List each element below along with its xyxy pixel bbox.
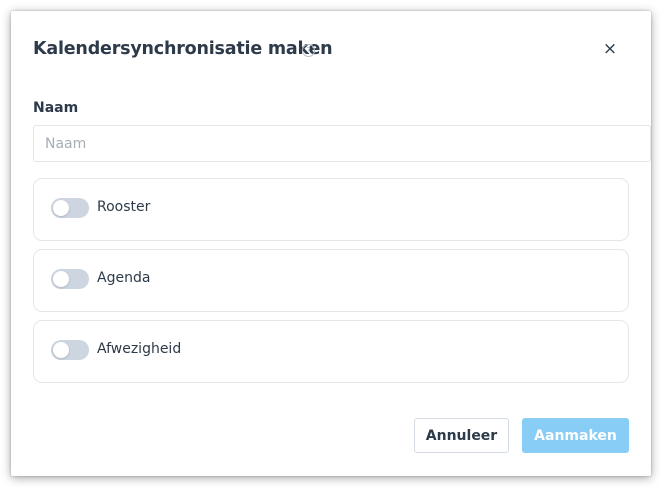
- create-button[interactable]: Aanmaken: [522, 418, 629, 453]
- cancel-button[interactable]: Annuleer: [414, 418, 509, 453]
- agenda-toggle[interactable]: [51, 269, 89, 289]
- toggle-knob: [53, 271, 69, 287]
- name-input[interactable]: [33, 125, 651, 162]
- close-icon[interactable]: ×: [600, 39, 620, 59]
- toggle-card-afwezigheid: Afwezigheid: [33, 320, 629, 383]
- toggle-knob: [53, 342, 69, 358]
- rooster-toggle[interactable]: [51, 198, 89, 218]
- rooster-toggle-label: Rooster: [97, 199, 151, 215]
- toggle-knob: [53, 200, 69, 216]
- question-circle-icon[interactable]: ?: [302, 44, 315, 57]
- afwezigheid-toggle-label: Afwezigheid: [97, 341, 182, 357]
- toggle-card-agenda: Agenda: [33, 249, 629, 312]
- toggle-card-rooster: Rooster: [33, 178, 629, 241]
- dialog-title: Kalendersynchronisatie maken: [33, 39, 333, 59]
- name-label: Naam: [33, 100, 79, 116]
- agenda-toggle-label: Agenda: [97, 270, 151, 286]
- afwezigheid-toggle[interactable]: [51, 340, 89, 360]
- create-calendar-sync-dialog: Kalendersynchronisatie maken ? × Naam Ro…: [11, 11, 651, 476]
